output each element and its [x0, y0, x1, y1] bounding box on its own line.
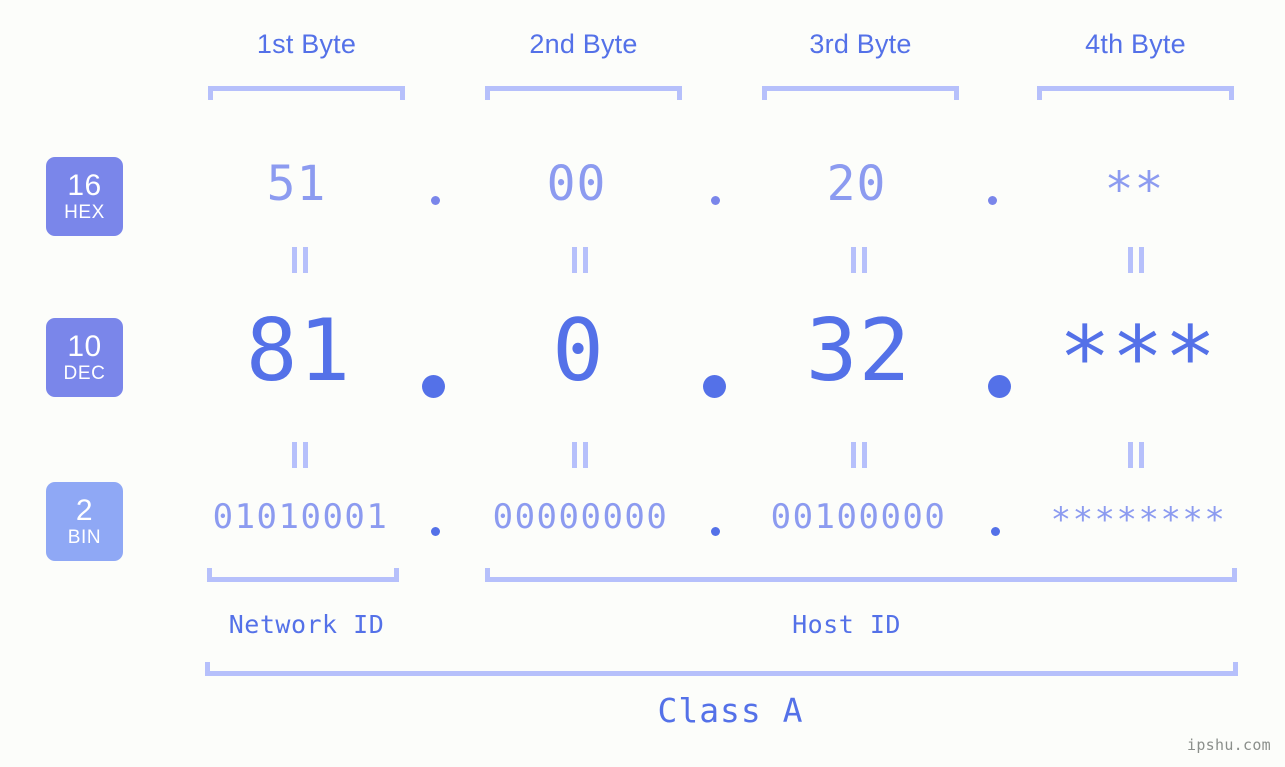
base-badge-bin-name: BIN	[67, 527, 102, 548]
byte-bracket-1-icon	[208, 86, 405, 100]
byte-bracket-3-icon	[762, 86, 959, 100]
equals-connector-1-icon	[292, 247, 308, 273]
byte-bracket-4-icon	[1037, 86, 1234, 100]
class-label: Class A	[657, 691, 804, 730]
bin-separator-3	[991, 527, 1000, 536]
base-badge-hex: 16 HEX	[46, 157, 123, 236]
equals-connector-7-icon	[851, 442, 867, 468]
base-badge-hex-number: 16	[67, 169, 102, 202]
byte-label-2: 2nd Byte	[529, 29, 638, 59]
base-badge-bin: 2 BIN	[46, 482, 123, 561]
dec-byte-1-value: 81	[245, 301, 352, 401]
hex-byte-2-value: 00	[546, 156, 607, 212]
byte-label-3: 3rd Byte	[809, 29, 912, 59]
base-badge-dec: 10 DEC	[46, 318, 123, 397]
dec-separator-2	[703, 375, 726, 398]
dec-byte-4-value: ***	[1058, 308, 1218, 408]
equals-connector-8-icon	[1128, 442, 1144, 468]
equals-connector-3-icon	[851, 247, 867, 273]
bin-byte-4-value: ********	[1050, 500, 1227, 540]
equals-connector-6-icon	[572, 442, 588, 468]
site-watermark: ipshu.com	[1187, 736, 1271, 754]
equals-connector-2-icon	[572, 247, 588, 273]
hex-separator-3	[988, 196, 997, 205]
base-badge-hex-name: HEX	[64, 202, 105, 223]
hex-separator-1	[431, 196, 440, 205]
byte-bracket-2-icon	[485, 86, 682, 100]
base-badge-dec-name: DEC	[63, 363, 106, 384]
bin-byte-3-value: 00100000	[770, 497, 947, 537]
dec-byte-2-value: 0	[552, 301, 605, 401]
bin-byte-2-value: 00000000	[492, 497, 669, 537]
bin-byte-1-value: 01010001	[212, 497, 389, 537]
hex-byte-4-value: **	[1104, 162, 1165, 218]
equals-connector-4-icon	[1128, 247, 1144, 273]
bin-separator-1	[431, 527, 440, 536]
host-id-bracket-icon	[485, 568, 1237, 582]
base-badge-bin-number: 2	[75, 494, 94, 527]
dec-byte-3-value: 32	[805, 301, 912, 401]
dec-separator-3	[988, 375, 1011, 398]
class-bracket-icon	[205, 662, 1238, 676]
byte-label-1: 1st Byte	[256, 29, 357, 59]
ip-breakdown-diagram: 1st Byte 2nd Byte 3rd Byte 4th Byte 16 H…	[0, 0, 1285, 767]
network-id-label: Network ID	[228, 610, 385, 639]
host-id-label: Host ID	[792, 610, 901, 639]
base-badge-dec-number: 10	[67, 330, 102, 363]
dec-separator-1	[422, 375, 445, 398]
bin-separator-2	[711, 527, 720, 536]
equals-connector-5-icon	[292, 442, 308, 468]
network-id-bracket-icon	[207, 568, 399, 582]
hex-byte-1-value: 51	[266, 156, 327, 212]
hex-byte-3-value: 20	[826, 156, 887, 212]
hex-separator-2	[711, 196, 720, 205]
byte-label-4: 4th Byte	[1085, 29, 1186, 59]
